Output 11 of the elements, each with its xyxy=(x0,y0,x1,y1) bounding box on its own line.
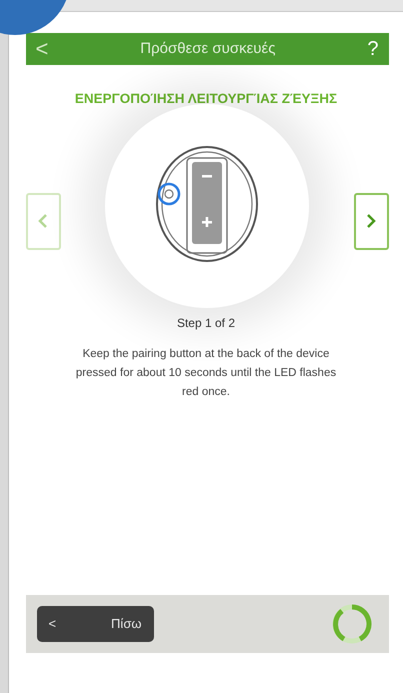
help-button[interactable]: ? xyxy=(367,39,378,59)
chevron-right-icon xyxy=(366,214,376,228)
loading-spinner-icon xyxy=(330,602,374,646)
header-title: Πρόσθεσε συσκευές xyxy=(140,38,276,59)
step-indicator: Step 1 of 2 xyxy=(176,315,236,332)
back-link[interactable]: < xyxy=(36,38,48,60)
section-heading: ΕΝΕΡΓΟΠΟΊΗΣΗ ΛΕΙΤΟΥΡΓΊΑΣ ΖΈΥΞΗΣ xyxy=(74,90,338,108)
instruction-text: Keep the pairing button at the back of the device pressed for about 10 seconds until the LED flashes red once. xyxy=(75,347,337,400)
chevron-left-icon xyxy=(38,214,48,228)
back-button[interactable]: < Πίσω xyxy=(36,606,154,642)
next-step-button[interactable] xyxy=(354,192,388,250)
